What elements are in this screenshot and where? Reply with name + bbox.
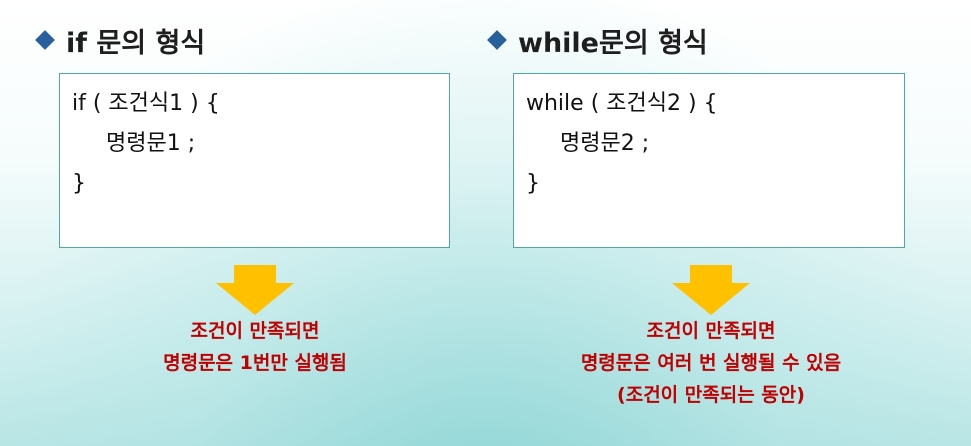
while-code-box: while ( 조건식2 ) { 명령문2 ; } [513,73,905,248]
if-heading-text: if 문의 형식 [66,27,206,59]
if-code-line-1: if ( 조건식1 ) { [72,91,220,116]
while-heading: while문의 형식 [487,18,708,62]
down-arrow-icon [672,265,750,315]
if-heading: if 문의 형식 [35,18,206,62]
if-code-line-3: } [72,171,86,196]
down-arrow-icon [216,265,294,315]
if-note-line-1: 조건이 만족되면 [190,320,320,342]
while-code-line-1: while ( 조건식2 ) { [526,91,718,116]
diamond-bullet-icon [487,30,507,50]
if-note-line-2: 명령문은 1번만 실행됨 [163,352,347,374]
while-code-line-3: } [526,171,540,196]
while-note: 조건이 만족되면 명령문은 여러 번 실행될 수 있음 (조건이 만족되는 동안… [491,315,931,411]
if-code-box: if ( 조건식1 ) { 명령문1 ; } [59,73,450,248]
while-heading-text: while문의 형식 [518,27,708,59]
while-note-line-1: 조건이 만족되면 [646,320,776,342]
if-code-line-2: 명령문1 ; [106,131,196,156]
while-note-line-3: (조건이 만족되는 동안) [617,384,805,406]
while-code-line-2: 명령문2 ; [560,131,650,156]
if-note: 조건이 만족되면 명령문은 1번만 실행됨 [35,315,475,379]
while-note-line-2: 명령문은 여러 번 실행될 수 있음 [580,352,842,374]
diamond-bullet-icon [35,30,55,50]
